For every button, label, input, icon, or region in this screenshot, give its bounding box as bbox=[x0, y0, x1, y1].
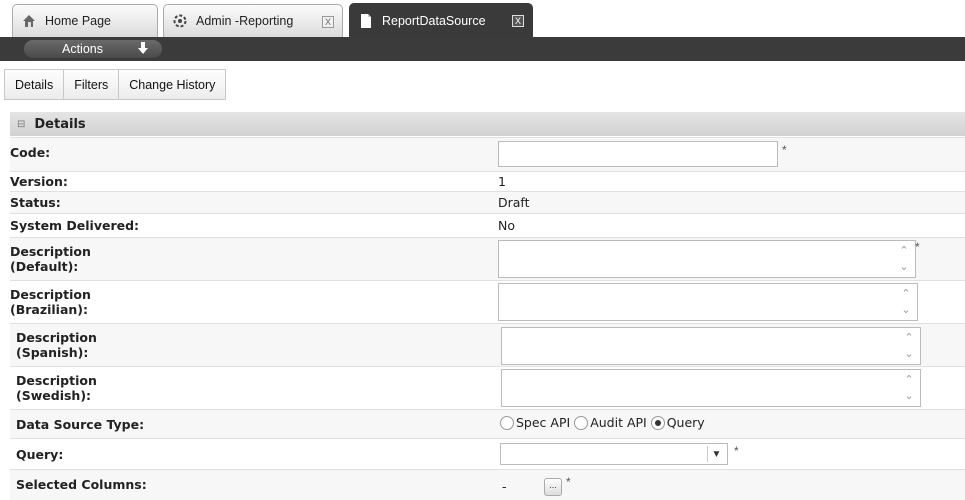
tab-home-page[interactable]: Home Page bbox=[12, 4, 158, 37]
version-value: 1 bbox=[498, 174, 506, 189]
system-delivered-row: System Delivered: No bbox=[10, 213, 965, 237]
scroll-down-icon[interactable]: ⌄ bbox=[902, 390, 916, 402]
tab-details[interactable]: Details bbox=[5, 70, 65, 99]
label-line: Description bbox=[16, 373, 97, 388]
status-value: Draft bbox=[498, 195, 530, 210]
status-label: Status: bbox=[10, 195, 61, 210]
description-swedish-row: Description (Swedish): ⌃ ⌄ bbox=[10, 366, 965, 409]
label-line: (Swedish): bbox=[16, 388, 92, 403]
description-spanish-row: Description (Spanish): ⌃ ⌄ bbox=[10, 323, 965, 366]
tab-filters[interactable]: Filters bbox=[64, 70, 120, 99]
tab-label: Admin -Reporting bbox=[196, 14, 294, 28]
scroll-up-icon[interactable]: ⌃ bbox=[902, 374, 916, 386]
document-icon bbox=[358, 13, 374, 29]
scroll-down-icon[interactable]: ⌄ bbox=[902, 348, 916, 360]
scroll-up-icon[interactable]: ⌃ bbox=[902, 332, 916, 344]
radio-label-spec-api: Spec API bbox=[516, 415, 571, 430]
version-row: Version: 1 bbox=[10, 171, 965, 191]
details-section-header[interactable]: ⊟ Details bbox=[10, 112, 965, 136]
system-delivered-value: No bbox=[498, 218, 515, 233]
tab-label: ReportDataSource bbox=[382, 13, 486, 28]
version-label: Version: bbox=[10, 174, 68, 189]
gear-icon bbox=[172, 13, 188, 29]
label-line: Description bbox=[16, 330, 97, 345]
query-label: Query: bbox=[16, 447, 64, 462]
code-label: Code: bbox=[10, 145, 51, 160]
status-row: Status: Draft bbox=[10, 191, 965, 213]
tab-strip: Home Page Admin -Reporting X ReportDataS… bbox=[0, 0, 965, 37]
description-swedish-label: Description (Swedish): bbox=[16, 373, 97, 403]
label-line: Description bbox=[10, 244, 91, 259]
required-marker: * bbox=[566, 475, 571, 489]
description-default-row: Description (Default): ⌃ ⌄ * bbox=[10, 237, 965, 280]
required-marker: * bbox=[734, 444, 739, 458]
actions-label: Actions bbox=[62, 42, 103, 56]
label-line: Description bbox=[10, 287, 91, 302]
description-brazilian-label: Description (Brazilian): bbox=[10, 287, 91, 317]
data-source-type-label: Data Source Type: bbox=[16, 417, 145, 432]
tab-admin-reporting[interactable]: Admin -Reporting X bbox=[163, 4, 343, 37]
scroll-down-icon[interactable]: ⌄ bbox=[897, 261, 911, 273]
scroll-up-icon[interactable]: ⌃ bbox=[897, 245, 911, 257]
browse-button[interactable]: ... bbox=[544, 478, 562, 496]
chevron-down-icon[interactable]: ▼ bbox=[707, 446, 725, 462]
required-marker: * bbox=[782, 143, 787, 157]
tab-report-data-source[interactable]: ReportDataSource X bbox=[349, 3, 533, 37]
scroll-down-icon[interactable]: ⌄ bbox=[899, 304, 913, 316]
system-delivered-label: System Delivered: bbox=[10, 218, 140, 233]
radio-audit-api[interactable] bbox=[574, 415, 589, 430]
code-input[interactable] bbox=[498, 141, 778, 167]
required-marker: * bbox=[915, 240, 920, 254]
close-icon[interactable]: X bbox=[322, 16, 334, 28]
collapse-icon[interactable]: ⊟ bbox=[17, 119, 25, 130]
radio-label-query: Query bbox=[666, 415, 705, 430]
description-brazilian-textarea[interactable]: ⌃ ⌄ bbox=[498, 283, 918, 321]
description-default-textarea[interactable]: ⌃ ⌄ bbox=[498, 240, 916, 278]
radio-label-audit-api: Audit API bbox=[590, 415, 647, 430]
label-line: (Brazilian): bbox=[10, 302, 89, 317]
description-spanish-label: Description (Spanish): bbox=[16, 330, 97, 360]
sub-tab-bar: Details Filters Change History bbox=[4, 69, 227, 100]
home-icon bbox=[21, 13, 37, 29]
download-arrow-icon bbox=[136, 41, 150, 60]
label-line: (Default): bbox=[10, 259, 79, 274]
description-brazilian-row: Description (Brazilian): ⌃ ⌄ bbox=[10, 280, 965, 323]
code-row: Code: * bbox=[10, 137, 965, 171]
scroll-up-icon[interactable]: ⌃ bbox=[899, 288, 913, 300]
label-line: (Spanish): bbox=[16, 345, 89, 360]
actions-button[interactable]: Actions bbox=[24, 40, 162, 58]
query-select[interactable]: ▼ bbox=[500, 443, 728, 465]
selected-columns-label: Selected Columns: bbox=[16, 477, 147, 492]
selected-columns-value: - bbox=[502, 479, 507, 494]
query-row: Query: ▼ * bbox=[10, 438, 965, 469]
selected-columns-row: Selected Columns: - ... * bbox=[10, 469, 965, 500]
actions-toolbar: Actions bbox=[0, 37, 965, 61]
tab-label: Home Page bbox=[45, 14, 112, 28]
description-default-label: Description (Default): bbox=[10, 244, 91, 274]
description-swedish-textarea[interactable]: ⌃ ⌄ bbox=[501, 369, 921, 407]
radio-query[interactable] bbox=[650, 415, 665, 430]
section-title: Details bbox=[34, 116, 86, 132]
data-source-type-row: Data Source Type: Spec API Audit API Que… bbox=[10, 409, 965, 438]
tab-change-history[interactable]: Change History bbox=[119, 70, 226, 99]
data-source-type-radio-group: Spec API Audit API Query bbox=[500, 415, 709, 430]
close-icon[interactable]: X bbox=[512, 15, 524, 27]
description-spanish-textarea[interactable]: ⌃ ⌄ bbox=[501, 327, 921, 365]
radio-spec-api[interactable] bbox=[500, 415, 514, 430]
